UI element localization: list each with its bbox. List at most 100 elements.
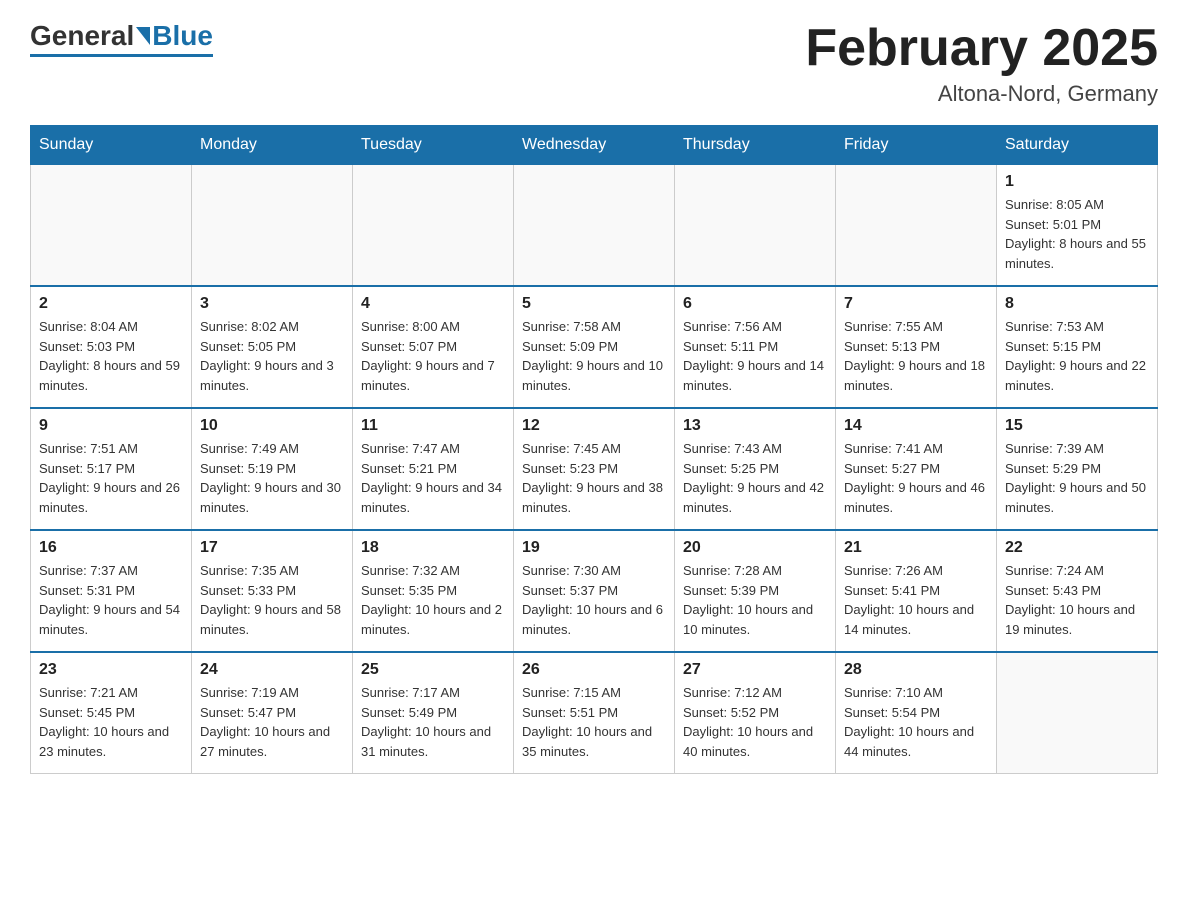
day-info: Sunrise: 7:58 AM Sunset: 5:09 PM Dayligh… — [522, 317, 666, 395]
calendar-cell: 13 Sunrise: 7:43 AM Sunset: 5:25 PM Dayli… — [675, 408, 836, 530]
calendar-cell: 1Sunrise: 8:05 AM Sunset: 5:01 PM Daylig… — [997, 165, 1158, 287]
title-section: February 2025 Altona-Nord, Germany — [805, 20, 1158, 107]
day-info: Sunrise: 7:24 AM Sunset: 5:43 PM Dayligh… — [1005, 561, 1149, 639]
weekday-wednesday: Wednesday — [514, 126, 675, 165]
day-number: 17 — [200, 539, 344, 557]
logo-underline — [30, 54, 213, 57]
day-info: Sunrise: 7:41 AM Sunset: 5:27 PM Dayligh… — [844, 439, 988, 517]
weekday-friday: Friday — [836, 126, 997, 165]
calendar-cell: 16Sunrise: 7:37 AM Sunset: 5:31 PM Dayli… — [31, 530, 192, 652]
calendar-cell: 2 Sunrise: 8:04 AM Sunset: 5:03 PM Daylig… — [31, 286, 192, 408]
day-info: Sunrise: 7:21 AM Sunset: 5:45 PM Dayligh… — [39, 683, 183, 761]
calendar-cell — [353, 165, 514, 287]
calendar-cell: 5Sunrise: 7:58 AM Sunset: 5:09 PM Daylig… — [514, 286, 675, 408]
calendar-cell: 10 Sunrise: 7:49 AM Sunset: 5:19 PM Dayli… — [192, 408, 353, 530]
weekday-thursday: Thursday — [675, 126, 836, 165]
day-info: Sunrise: 7:28 AM Sunset: 5:39 PM Dayligh… — [683, 561, 827, 639]
weekday-saturday: Saturday — [997, 126, 1158, 165]
calendar-cell: 21 Sunrise: 7:26 AM Sunset: 5:41 PM Dayli… — [836, 530, 997, 652]
page-header: General Blue February 2025 Altona-Nord, … — [30, 20, 1158, 107]
calendar-week-4: 16Sunrise: 7:37 AM Sunset: 5:31 PM Dayli… — [31, 530, 1158, 652]
day-number: 8 — [1005, 295, 1149, 313]
day-number: 25 — [361, 661, 505, 679]
weekday-tuesday: Tuesday — [353, 126, 514, 165]
weekday-monday: Monday — [192, 126, 353, 165]
calendar-table: SundayMondayTuesdayWednesdayThursdayFrid… — [30, 125, 1158, 774]
day-info: Sunrise: 8:02 AM Sunset: 5:05 PM Dayligh… — [200, 317, 344, 395]
day-info: Sunrise: 7:15 AM Sunset: 5:51 PM Dayligh… — [522, 683, 666, 761]
day-number: 12 — [522, 417, 666, 435]
day-number: 15 — [1005, 417, 1149, 435]
calendar-cell — [31, 165, 192, 287]
calendar-cell: 20 Sunrise: 7:28 AM Sunset: 5:39 PM Dayli… — [675, 530, 836, 652]
day-number: 13 — [683, 417, 827, 435]
calendar-week-1: 1Sunrise: 8:05 AM Sunset: 5:01 PM Daylig… — [31, 165, 1158, 287]
calendar-week-5: 23Sunrise: 7:21 AM Sunset: 5:45 PM Dayli… — [31, 652, 1158, 774]
calendar-cell: 3 Sunrise: 8:02 AM Sunset: 5:05 PM Daylig… — [192, 286, 353, 408]
day-number: 26 — [522, 661, 666, 679]
day-info: Sunrise: 7:39 AM Sunset: 5:29 PM Dayligh… — [1005, 439, 1149, 517]
calendar-cell: 18 Sunrise: 7:32 AM Sunset: 5:35 PM Dayli… — [353, 530, 514, 652]
calendar-cell: 6Sunrise: 7:56 AM Sunset: 5:11 PM Daylig… — [675, 286, 836, 408]
logo-blue-text: Blue — [152, 20, 213, 52]
month-title: February 2025 — [805, 20, 1158, 77]
calendar-cell: 7 Sunrise: 7:55 AM Sunset: 5:13 PM Daylig… — [836, 286, 997, 408]
day-number: 18 — [361, 539, 505, 557]
calendar-cell: 11 Sunrise: 7:47 AM Sunset: 5:21 PM Dayli… — [353, 408, 514, 530]
day-number: 21 — [844, 539, 988, 557]
day-info: Sunrise: 8:00 AM Sunset: 5:07 PM Dayligh… — [361, 317, 505, 395]
calendar-week-2: 2 Sunrise: 8:04 AM Sunset: 5:03 PM Daylig… — [31, 286, 1158, 408]
calendar-cell: 14Sunrise: 7:41 AM Sunset: 5:27 PM Dayli… — [836, 408, 997, 530]
calendar-cell — [836, 165, 997, 287]
calendar-cell: 28Sunrise: 7:10 AM Sunset: 5:54 PM Dayli… — [836, 652, 997, 774]
calendar-cell: 8Sunrise: 7:53 AM Sunset: 5:15 PM Daylig… — [997, 286, 1158, 408]
day-info: Sunrise: 7:55 AM Sunset: 5:13 PM Dayligh… — [844, 317, 988, 395]
day-number: 4 — [361, 295, 505, 313]
day-number: 9 — [39, 417, 183, 435]
day-info: Sunrise: 8:04 AM Sunset: 5:03 PM Dayligh… — [39, 317, 183, 395]
weekday-sunday: Sunday — [31, 126, 192, 165]
day-info: Sunrise: 7:43 AM Sunset: 5:25 PM Dayligh… — [683, 439, 827, 517]
day-number: 20 — [683, 539, 827, 557]
day-info: Sunrise: 7:49 AM Sunset: 5:19 PM Dayligh… — [200, 439, 344, 517]
calendar-cell: 25 Sunrise: 7:17 AM Sunset: 5:49 PM Dayli… — [353, 652, 514, 774]
calendar-cell: 19 Sunrise: 7:30 AM Sunset: 5:37 PM Dayli… — [514, 530, 675, 652]
day-number: 10 — [200, 417, 344, 435]
day-info: Sunrise: 7:56 AM Sunset: 5:11 PM Dayligh… — [683, 317, 827, 395]
day-number: 24 — [200, 661, 344, 679]
day-info: Sunrise: 7:51 AM Sunset: 5:17 PM Dayligh… — [39, 439, 183, 517]
calendar-cell: 26 Sunrise: 7:15 AM Sunset: 5:51 PM Dayli… — [514, 652, 675, 774]
day-info: Sunrise: 7:26 AM Sunset: 5:41 PM Dayligh… — [844, 561, 988, 639]
logo: General Blue — [30, 20, 213, 57]
calendar-cell — [192, 165, 353, 287]
day-number: 3 — [200, 295, 344, 313]
day-info: Sunrise: 7:17 AM Sunset: 5:49 PM Dayligh… — [361, 683, 505, 761]
day-number: 28 — [844, 661, 988, 679]
day-info: Sunrise: 7:30 AM Sunset: 5:37 PM Dayligh… — [522, 561, 666, 639]
calendar-cell — [997, 652, 1158, 774]
day-info: Sunrise: 7:45 AM Sunset: 5:23 PM Dayligh… — [522, 439, 666, 517]
calendar-cell: 22Sunrise: 7:24 AM Sunset: 5:43 PM Dayli… — [997, 530, 1158, 652]
day-number: 2 — [39, 295, 183, 313]
calendar-cell: 24 Sunrise: 7:19 AM Sunset: 5:47 PM Dayli… — [192, 652, 353, 774]
day-number: 11 — [361, 417, 505, 435]
day-number: 16 — [39, 539, 183, 557]
day-info: Sunrise: 7:19 AM Sunset: 5:47 PM Dayligh… — [200, 683, 344, 761]
day-info: Sunrise: 7:32 AM Sunset: 5:35 PM Dayligh… — [361, 561, 505, 639]
day-number: 19 — [522, 539, 666, 557]
day-info: Sunrise: 7:47 AM Sunset: 5:21 PM Dayligh… — [361, 439, 505, 517]
day-info: Sunrise: 8:05 AM Sunset: 5:01 PM Dayligh… — [1005, 195, 1149, 273]
calendar-cell: 17Sunrise: 7:35 AM Sunset: 5:33 PM Dayli… — [192, 530, 353, 652]
calendar-cell: 9 Sunrise: 7:51 AM Sunset: 5:17 PM Daylig… — [31, 408, 192, 530]
weekday-header-row: SundayMondayTuesdayWednesdayThursdayFrid… — [31, 126, 1158, 165]
calendar-cell — [514, 165, 675, 287]
day-number: 7 — [844, 295, 988, 313]
calendar-cell — [675, 165, 836, 287]
logo-general-text: General — [30, 20, 134, 52]
calendar-cell: 27Sunrise: 7:12 AM Sunset: 5:52 PM Dayli… — [675, 652, 836, 774]
calendar-cell: 4 Sunrise: 8:00 AM Sunset: 5:07 PM Daylig… — [353, 286, 514, 408]
calendar-cell: 23Sunrise: 7:21 AM Sunset: 5:45 PM Dayli… — [31, 652, 192, 774]
logo-triangle-icon — [136, 27, 150, 45]
calendar-week-3: 9 Sunrise: 7:51 AM Sunset: 5:17 PM Daylig… — [31, 408, 1158, 530]
location-label: Altona-Nord, Germany — [805, 81, 1158, 107]
